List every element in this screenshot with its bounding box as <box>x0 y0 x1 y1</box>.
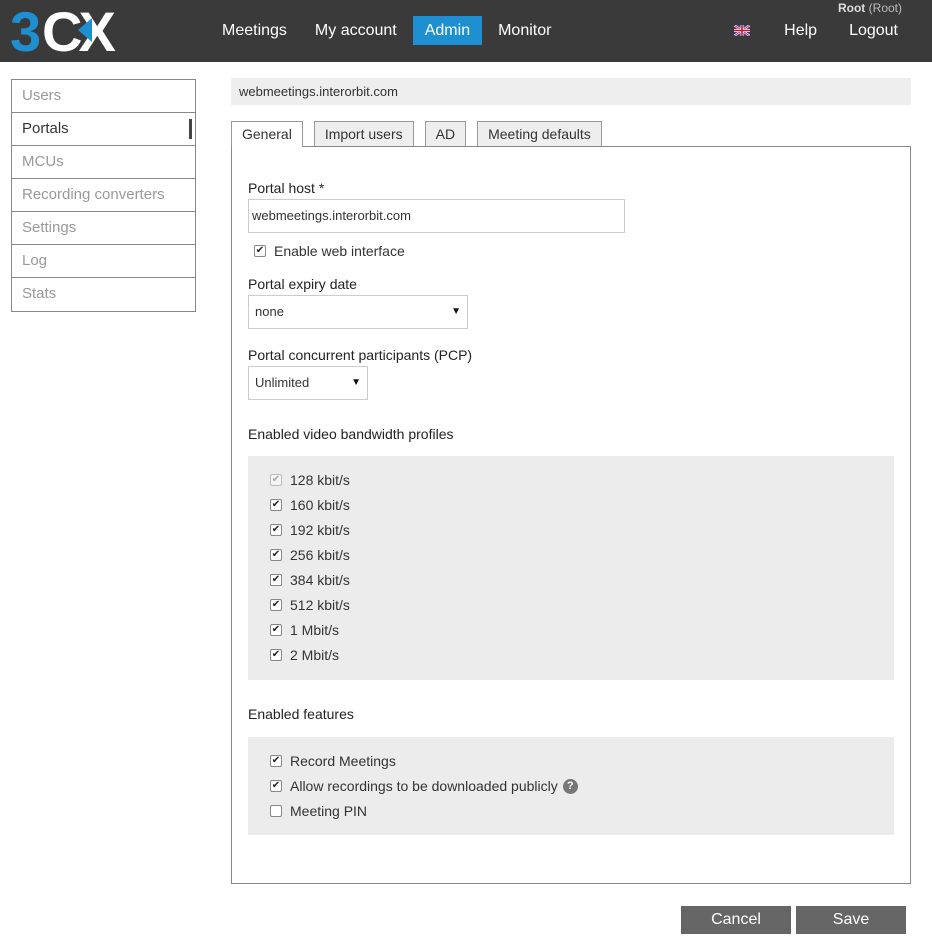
pcp-label: Portal concurrent participants (PCP) <box>248 347 473 363</box>
sidebar-item-mcus[interactable]: MCUs <box>12 146 195 179</box>
bandwidth-profiles-label: Enabled video bandwidth profiles <box>248 426 454 442</box>
sidebar-item-stats[interactable]: Stats <box>12 278 195 311</box>
bandwidth-row[interactable]: ✔ 1 Mbit/s <box>270 622 339 638</box>
portal-title-bar: webmeetings.interorbit.com <box>231 78 911 105</box>
portal-tabs: General Import users AD Meeting defaults <box>231 121 613 147</box>
nav-my-account[interactable]: My account <box>303 16 409 45</box>
top-navigation-bar: 3 CX Meetings My account Admin Monitor R… <box>0 0 932 62</box>
portal-host-label: Portal host * <box>248 180 325 196</box>
meeting-pin-label: Meeting PIN <box>290 803 368 819</box>
bandwidth-checkbox[interactable]: ✔ <box>270 624 282 636</box>
logout-link[interactable]: Logout <box>835 16 912 45</box>
record-meetings-label: Record Meetings <box>290 753 396 769</box>
sidebar-item-users[interactable]: Users <box>12 80 195 113</box>
bandwidth-row[interactable]: ✔ 512 kbit/s <box>270 597 350 613</box>
chevron-down-icon: ▼ <box>351 377 361 388</box>
bandwidth-label: 160 kbit/s <box>290 497 350 513</box>
bandwidth-checkbox[interactable]: ✔ <box>270 649 282 661</box>
nav-monitor[interactable]: Monitor <box>486 16 563 45</box>
bandwidth-row[interactable]: ✔ 384 kbit/s <box>270 572 350 588</box>
bandwidth-label: 192 kbit/s <box>290 522 350 538</box>
bandwidth-checkbox[interactable]: ✔ <box>270 524 282 536</box>
admin-sidebar: Users Portals MCUs Recording converters … <box>11 79 196 312</box>
bandwidth-checkbox[interactable]: ✔ <box>270 549 282 561</box>
help-link[interactable]: Help <box>770 16 831 45</box>
general-tab-panel: Portal host * webmeetings.interorbit.com… <box>231 146 911 884</box>
bandwidth-label: 256 kbit/s <box>290 547 350 563</box>
help-icon[interactable]: ? <box>562 778 578 794</box>
user-name: Root <box>837 1 866 15</box>
enable-web-interface-row[interactable]: ✔ Enable web interface <box>254 243 405 259</box>
enable-web-interface-label: Enable web interface <box>274 243 405 259</box>
feature-record-meetings-row[interactable]: ✔ Record Meetings <box>270 753 396 769</box>
user-role: (Root) <box>868 1 902 15</box>
bandwidth-row[interactable]: ✔ 160 kbit/s <box>270 497 350 513</box>
record-meetings-checkbox[interactable]: ✔ <box>270 755 282 767</box>
tab-meeting-defaults[interactable]: Meeting defaults <box>477 121 602 146</box>
bandwidth-profiles-box: ✔ 128 kbit/s ✔ 160 kbit/s ✔ 192 kbit/s ✔… <box>248 456 894 680</box>
tab-import-users[interactable]: Import users <box>313 121 414 146</box>
right-nav: Help Logout <box>734 16 912 45</box>
nav-meetings[interactable]: Meetings <box>210 16 299 45</box>
bandwidth-row[interactable]: ✔ 256 kbit/s <box>270 547 350 563</box>
bandwidth-label: 1 Mbit/s <box>290 622 340 638</box>
nav-admin[interactable]: Admin <box>412 16 483 45</box>
bandwidth-checkbox[interactable]: ✔ <box>270 499 282 511</box>
expiry-date-label: Portal expiry date <box>248 276 357 292</box>
feature-public-download-row[interactable]: ✔ Allow recordings to be downloaded publ… <box>270 778 578 794</box>
enabled-features-box: ✔ Record Meetings ✔ Allow recordings to … <box>248 737 894 835</box>
bandwidth-checkbox[interactable]: ✔ <box>270 599 282 611</box>
tab-ad[interactable]: AD <box>424 121 467 146</box>
sidebar-item-recording-converters[interactable]: Recording converters <box>12 179 195 212</box>
sidebar-item-settings[interactable]: Settings <box>12 212 195 245</box>
sidebar-item-portals[interactable]: Portals <box>12 113 195 146</box>
bandwidth-row: ✔ 128 kbit/s <box>270 472 350 488</box>
save-button[interactable]: Save <box>796 906 906 934</box>
public-download-checkbox[interactable]: ✔ <box>270 780 282 792</box>
bandwidth-label: 128 kbit/s <box>290 472 350 488</box>
bandwidth-row[interactable]: ✔ 2 Mbit/s <box>270 647 339 663</box>
pcp-value: Unlimited <box>255 375 310 390</box>
pcp-select[interactable]: Unlimited ▼ <box>248 366 368 400</box>
chevron-down-icon: ▼ <box>451 306 461 317</box>
expiry-date-value: none <box>255 304 284 319</box>
bandwidth-label: 2 Mbit/s <box>290 647 340 663</box>
sidebar-item-log[interactable]: Log <box>12 245 195 278</box>
bandwidth-label: 512 kbit/s <box>290 597 350 613</box>
bandwidth-checkbox: ✔ <box>270 474 282 486</box>
public-download-label: Allow recordings to be downloaded public… <box>290 778 558 794</box>
uk-flag-icon[interactable] <box>734 25 751 36</box>
bandwidth-checkbox[interactable]: ✔ <box>270 574 282 586</box>
portal-host-input[interactable]: webmeetings.interorbit.com <box>248 199 625 233</box>
expiry-date-select[interactable]: none ▼ <box>248 295 468 329</box>
3cx-logo[interactable]: 3 CX <box>10 4 140 56</box>
enable-web-interface-checkbox[interactable]: ✔ <box>254 245 266 257</box>
cancel-button[interactable]: Cancel <box>681 906 791 934</box>
svg-text:3: 3 <box>10 4 40 56</box>
tab-general[interactable]: General <box>231 121 303 147</box>
meeting-pin-checkbox[interactable]: ✔ <box>270 805 282 817</box>
main-nav: Meetings My account Admin Monitor <box>210 16 563 45</box>
feature-meeting-pin-row[interactable]: ✔ Meeting PIN <box>270 803 367 819</box>
current-user: Root (Root) <box>838 1 902 15</box>
bandwidth-label: 384 kbit/s <box>290 572 350 588</box>
enabled-features-label: Enabled features <box>248 706 354 722</box>
bandwidth-row[interactable]: ✔ 192 kbit/s <box>270 522 350 538</box>
